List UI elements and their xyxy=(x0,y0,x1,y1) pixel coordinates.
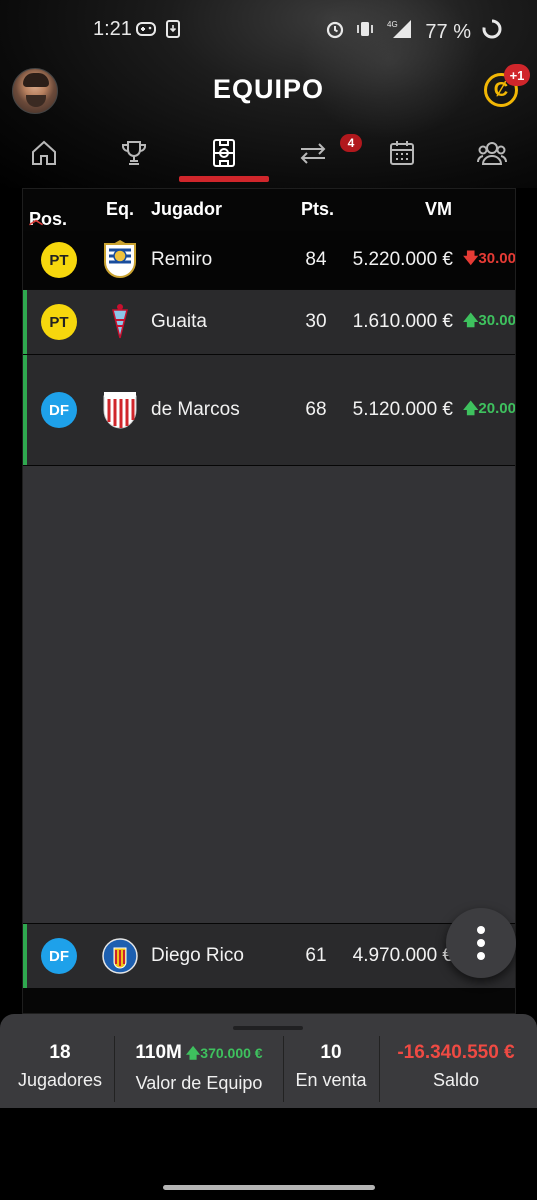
stat-players: 18 Jugadores xyxy=(10,1042,110,1091)
table-row[interactable]: PT Guaita 30 1.610.000 € 🡅30.00 xyxy=(23,290,516,354)
balance-label: Saldo xyxy=(432,1070,480,1090)
balance-value: -16.340.550 € xyxy=(397,1042,515,1063)
row-accent xyxy=(23,355,27,465)
table-row[interactable]: DF de Marcos 68 5.120.000 € 🡅20.00 xyxy=(23,355,516,465)
position-badge: PT xyxy=(41,242,77,278)
divider xyxy=(283,1036,284,1102)
battery-ring-icon xyxy=(481,18,503,46)
players-label: Jugadores xyxy=(17,1070,103,1090)
on-sale-label: En venta xyxy=(295,1070,367,1090)
tab-home[interactable] xyxy=(14,130,74,176)
lineup-icon xyxy=(213,139,235,167)
more-vertical-icon xyxy=(477,926,485,934)
vibrate-icon xyxy=(355,19,375,45)
users-icon xyxy=(476,142,508,165)
player-name: Remiro xyxy=(151,249,213,270)
celta-crest xyxy=(112,304,128,339)
page-title: EQUIPO xyxy=(212,74,325,104)
players-count: 18 xyxy=(49,1042,71,1063)
player-value: 1.610.000 € xyxy=(352,311,453,332)
header-points[interactable]: Pts. xyxy=(301,199,334,220)
row-accent xyxy=(23,290,27,354)
value-change: 🡇30.00 xyxy=(463,249,516,267)
player-points: 30 xyxy=(305,311,327,332)
position-badge: DF xyxy=(41,392,77,428)
signal-icon: 4G xyxy=(385,19,415,45)
athletic-club-crest xyxy=(103,392,137,429)
tab-team[interactable] xyxy=(194,130,254,176)
network-label: 4G xyxy=(387,20,398,29)
battery-text: 77 % xyxy=(425,20,471,43)
value-change: 🡅30.00 xyxy=(463,311,516,329)
player-name: de Marcos xyxy=(151,399,240,420)
sort-up-icon: ︿ xyxy=(29,211,43,227)
player-points: 68 xyxy=(305,399,327,420)
transfers-badge: 4 xyxy=(340,134,362,152)
team-value-change: 🡅370.000 € xyxy=(185,1045,263,1061)
stat-on-sale: 10 En venta xyxy=(286,1042,376,1091)
summary-sheet[interactable]: 18 Jugadores 110M 🡅370.000 € Valor de Equ… xyxy=(0,1014,537,1108)
row-accent xyxy=(23,924,27,988)
arrow-up-icon: 🡅 xyxy=(463,311,479,329)
table-header: Pos. ︿ Eq. Jugador Pts. VM xyxy=(29,199,452,229)
alarm-icon xyxy=(325,19,345,45)
position-badge: DF xyxy=(41,938,77,974)
player-value: 5.220.000 € xyxy=(352,249,453,270)
player-name: Diego Rico xyxy=(151,945,244,966)
player-points: 84 xyxy=(305,249,327,270)
expanded-row-area xyxy=(23,466,515,923)
tab-community[interactable] xyxy=(462,130,522,176)
real-sociedad-crest xyxy=(104,240,136,278)
coin-badge: +1 xyxy=(504,64,530,86)
divider xyxy=(379,1036,380,1102)
player-list: Pos. ︿ Eq. Jugador Pts. VM PT Remiro 84 … xyxy=(22,188,516,1014)
status-bar: 1:21 4G 77 % xyxy=(0,0,537,62)
download-icon xyxy=(166,20,180,43)
tab-transfers[interactable] xyxy=(283,130,343,176)
stat-team-value: 110M 🡅370.000 € Valor de Equipo xyxy=(118,1042,280,1094)
tab-trophy[interactable] xyxy=(104,130,164,176)
on-sale-count: 10 xyxy=(320,1042,342,1063)
getafe-crest xyxy=(102,938,138,974)
more-options-button[interactable] xyxy=(446,908,516,978)
gamepad-icon xyxy=(136,22,156,41)
arrow-up-icon: 🡅 xyxy=(463,399,479,417)
divider xyxy=(114,1036,115,1102)
trophy-icon xyxy=(122,141,146,165)
transfer-icon xyxy=(300,143,326,164)
status-time: 1:21 xyxy=(93,18,132,40)
arrow-down-icon: 🡇 xyxy=(463,249,479,267)
player-value: 5.120.000 € xyxy=(352,399,453,420)
calendar-icon xyxy=(390,141,414,165)
active-tab-indicator xyxy=(179,176,269,182)
arrow-up-icon: 🡅 xyxy=(185,1045,201,1061)
tab-calendar[interactable] xyxy=(372,130,432,176)
table-row[interactable]: PT Remiro 84 5.220.000 € 🡇30.00 xyxy=(23,231,516,289)
value-change: 🡅20.00 xyxy=(463,399,516,417)
player-points: 61 xyxy=(305,945,327,966)
team-value: 110M xyxy=(135,1042,182,1063)
stat-balance: -16.340.550 € Saldo xyxy=(382,1042,530,1091)
sheet-drag-handle[interactable] xyxy=(233,1026,303,1030)
header-team[interactable]: Eq. xyxy=(106,199,134,220)
team-value-label: Valor de Equipo xyxy=(135,1073,263,1093)
player-value: 4.970.000 € xyxy=(352,945,453,966)
header-value[interactable]: VM xyxy=(425,199,452,220)
position-badge: PT xyxy=(41,304,77,340)
table-row[interactable]: DF Diego Rico 61 4.970.000 € xyxy=(23,924,515,988)
home-icon xyxy=(32,140,56,165)
gesture-navigation-bar[interactable] xyxy=(163,1185,375,1190)
player-name: Guaita xyxy=(151,311,207,332)
header-player[interactable]: Jugador xyxy=(151,199,222,220)
